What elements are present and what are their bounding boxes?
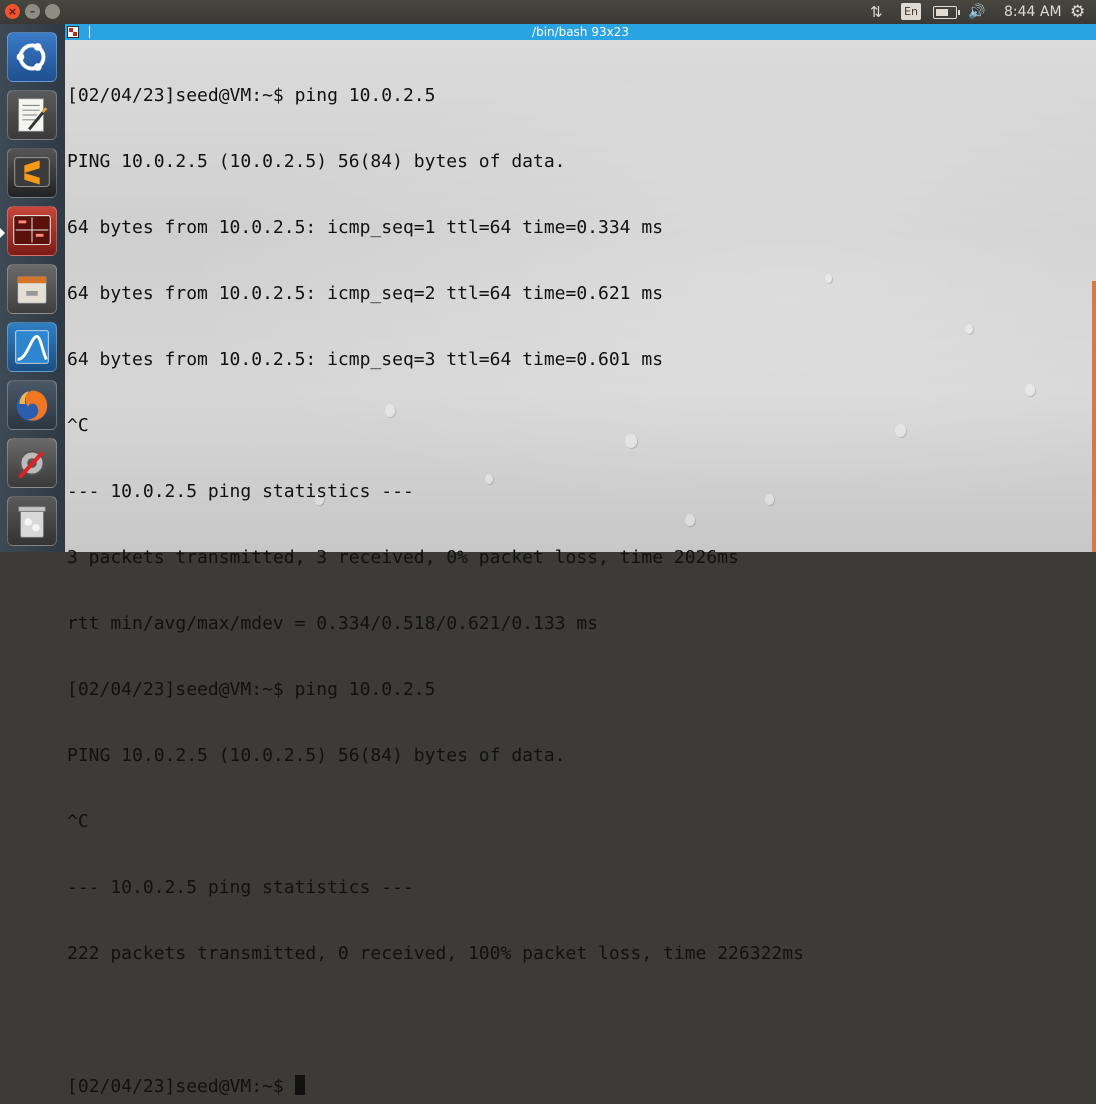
terminal-line: rtt min/avg/max/mdev = 0.334/0.518/0.621… [67, 613, 599, 634]
terminal-line: 3 packets transmitted, 3 received, 0% pa… [67, 547, 739, 568]
firefox-icon [16, 390, 48, 422]
terminal-line: PING 10.0.2.5 (10.0.2.5) 56(84) bytes of… [67, 745, 566, 766]
close-window-button[interactable]: × [5, 4, 20, 19]
window-edge-accent [1092, 281, 1096, 552]
terminal-line: 64 bytes from 10.0.2.5: icmp_seq=2 ttl=6… [67, 283, 664, 304]
terminal-button[interactable] [7, 206, 57, 256]
launcher [0, 24, 66, 552]
terminal-line: --- 10.0.2.5 ping statistics --- [67, 481, 414, 502]
firefox-button[interactable] [7, 380, 57, 430]
terminal-line: 64 bytes from 10.0.2.5: icmp_seq=3 ttl=6… [67, 349, 664, 370]
settings-icon [18, 450, 45, 479]
minimize-window-button[interactable]: – [25, 4, 40, 19]
terminal-app-icon [67, 26, 79, 38]
terminal-line: [02/04/23]seed@VM:~$ ping 10.0.2.5 [67, 85, 436, 106]
file-manager-button[interactable] [7, 264, 57, 314]
network-icon[interactable]: ⇅ [870, 0, 888, 24]
files-icon [17, 276, 47, 304]
battery-icon[interactable] [933, 6, 960, 19]
terminal-window[interactable]: /bin/bash 93x23 [02/04/23]seed@VM:~$ pin… [65, 24, 1096, 1097]
terminal-line: ^C [67, 811, 89, 832]
terminal-line: 64 bytes from 10.0.2.5: icmp_seq=1 ttl=6… [67, 217, 664, 238]
trash-button[interactable] [7, 496, 57, 546]
titlebar-divider [89, 26, 90, 38]
wireshark-button[interactable] [7, 322, 57, 372]
ubuntu-logo-icon [16, 43, 46, 71]
terminal-prompt-line[interactable]: [02/04/23]seed@VM:~$ [67, 1075, 1087, 1097]
sublime-text-button[interactable] [7, 148, 57, 198]
terminal-line: [02/04/23]seed@VM:~$ ping 10.0.2.5 [67, 679, 436, 700]
text-editor-button[interactable] [7, 90, 57, 140]
top-panel: × – ⇅ En 🔊 8:44 AM ⚙ [0, 0, 1096, 24]
system-settings-icon[interactable]: ⚙ [1070, 0, 1085, 24]
ubuntu-dash-button[interactable] [7, 32, 57, 82]
terminal-titlebar[interactable]: /bin/bash 93x23 [65, 24, 1096, 40]
terminal-output[interactable]: [02/04/23]seed@VM:~$ ping 10.0.2.5 PING … [67, 41, 1087, 1104]
terminal-line: ^C [67, 415, 89, 436]
terminal-line: 222 packets transmitted, 0 received, 100… [67, 943, 804, 964]
terminal-line: PING 10.0.2.5 (10.0.2.5) 56(84) bytes of… [67, 151, 566, 172]
maximize-window-button[interactable] [45, 4, 60, 19]
keyboard-language-indicator[interactable]: En [901, 3, 921, 20]
text-editor-icon [18, 98, 48, 132]
wireshark-icon [15, 330, 49, 364]
terminal-icon [13, 215, 51, 245]
terminal-prompt: [02/04/23]seed@VM:~$ [67, 1076, 295, 1097]
trash-icon [18, 506, 46, 538]
volume-icon[interactable]: 🔊 [968, 0, 985, 24]
terminal-title: /bin/bash 93x23 [532, 25, 629, 39]
sublime-text-icon [14, 157, 50, 187]
clock[interactable]: 8:44 AM [1004, 0, 1062, 24]
system-settings-button[interactable] [7, 438, 57, 488]
terminal-cursor [294, 1075, 305, 1095]
active-app-indicator [0, 228, 5, 238]
terminal-line: --- 10.0.2.5 ping statistics --- [67, 877, 414, 898]
